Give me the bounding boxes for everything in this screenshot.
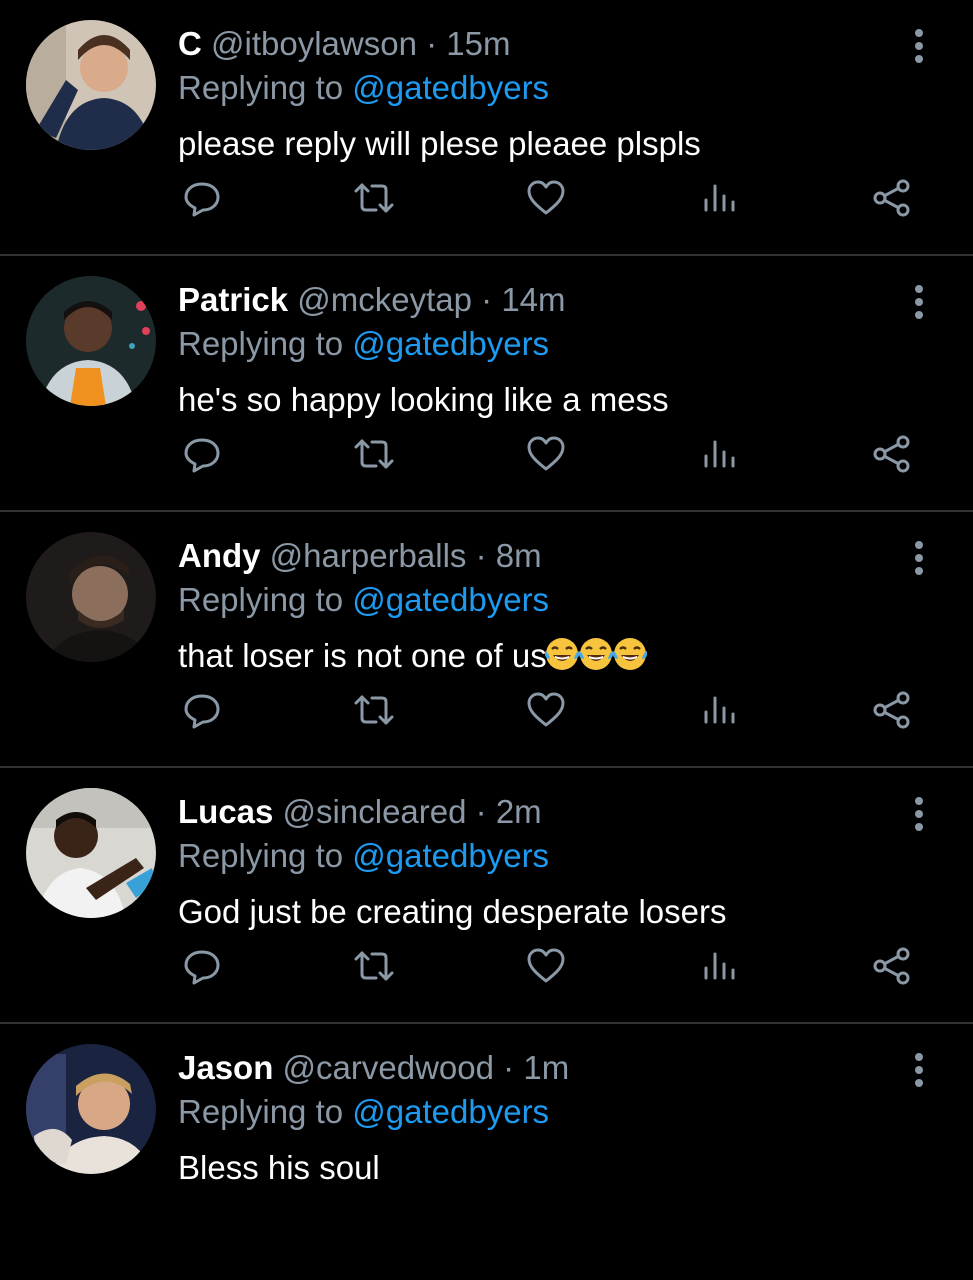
retweet-icon[interactable] bbox=[352, 432, 396, 476]
tweet-item[interactable]: Jason @carvedwood · 1m Replying to @gate… bbox=[0, 1024, 973, 1280]
mention-link[interactable]: @gatedbyers bbox=[352, 69, 549, 106]
replying-to-line: Replying to @gatedbyers bbox=[178, 1092, 549, 1132]
like-icon[interactable] bbox=[524, 176, 568, 220]
tweet-text: Bless his soul bbox=[178, 1149, 380, 1186]
more-icon[interactable] bbox=[904, 538, 934, 578]
like-icon[interactable] bbox=[524, 944, 568, 988]
user-handle[interactable]: @sincleared bbox=[283, 793, 467, 830]
replying-to-label: Replying to bbox=[178, 1093, 344, 1130]
avatar[interactable] bbox=[26, 788, 156, 918]
reply-icon[interactable] bbox=[180, 688, 224, 732]
share-icon[interactable] bbox=[870, 176, 914, 220]
more-icon[interactable] bbox=[904, 1050, 934, 1090]
mention-link[interactable]: @gatedbyers bbox=[352, 837, 549, 874]
tweet-text: that loser is not one of us bbox=[178, 634, 649, 678]
tweet-text: he's so happy looking like a mess bbox=[178, 381, 669, 418]
analytics-icon[interactable] bbox=[698, 688, 742, 732]
replying-to-line: Replying to @gatedbyers bbox=[178, 324, 549, 364]
avatar[interactable] bbox=[26, 1044, 156, 1174]
tears-of-joy-emoji-icon bbox=[611, 635, 649, 673]
display-name[interactable]: C bbox=[178, 25, 202, 62]
display-name[interactable]: Andy bbox=[178, 537, 261, 574]
replying-to-label: Replying to bbox=[178, 837, 344, 874]
more-icon[interactable] bbox=[904, 282, 934, 322]
separator-dot: · bbox=[475, 793, 487, 830]
display-name[interactable]: Jason bbox=[178, 1049, 273, 1086]
replying-to-label: Replying to bbox=[178, 69, 344, 106]
tweet-text: God just be creating desperate losers bbox=[178, 893, 727, 930]
display-name[interactable]: Lucas bbox=[178, 793, 273, 830]
timestamp[interactable]: 14m bbox=[501, 281, 565, 318]
user-handle[interactable]: @itboylawson bbox=[211, 25, 417, 62]
action-bar bbox=[0, 432, 973, 476]
timestamp[interactable]: 1m bbox=[523, 1049, 569, 1086]
more-icon[interactable] bbox=[904, 794, 934, 834]
timestamp[interactable]: 2m bbox=[496, 793, 542, 830]
tears-of-joy-emoji-icon bbox=[577, 635, 615, 673]
retweet-icon[interactable] bbox=[352, 944, 396, 988]
share-icon[interactable] bbox=[870, 944, 914, 988]
user-handle[interactable]: @mckeytap bbox=[297, 281, 472, 318]
replying-to-line: Replying to @gatedbyers bbox=[178, 580, 549, 620]
tweet-item[interactable]: Andy @harperballs · 8m Replying to @gate… bbox=[0, 512, 973, 768]
replying-to-label: Replying to bbox=[178, 581, 344, 618]
tears-of-joy-emoji-icon bbox=[543, 635, 581, 673]
separator-dot: · bbox=[481, 281, 493, 318]
retweet-icon[interactable] bbox=[352, 688, 396, 732]
replying-to-line: Replying to @gatedbyers bbox=[178, 836, 549, 876]
mention-link[interactable]: @gatedbyers bbox=[352, 1093, 549, 1130]
separator-dot: · bbox=[426, 25, 438, 62]
action-bar bbox=[0, 688, 973, 732]
like-icon[interactable] bbox=[524, 432, 568, 476]
replying-to-line: Replying to @gatedbyers bbox=[178, 68, 549, 108]
tweet-text: please reply will plese pleaee plspls bbox=[178, 125, 701, 162]
tweet-item[interactable]: C @itboylawson · 15m Replying to @gatedb… bbox=[0, 0, 973, 256]
avatar[interactable] bbox=[26, 532, 156, 662]
mention-link[interactable]: @gatedbyers bbox=[352, 581, 549, 618]
action-bar bbox=[0, 944, 973, 988]
tweet-item[interactable]: Lucas @sincleared · 2m Replying to @gate… bbox=[0, 768, 973, 1024]
analytics-icon[interactable] bbox=[698, 176, 742, 220]
retweet-icon[interactable] bbox=[352, 176, 396, 220]
separator-dot: · bbox=[475, 537, 487, 574]
user-handle[interactable]: @carvedwood bbox=[283, 1049, 494, 1086]
action-bar bbox=[0, 176, 973, 220]
separator-dot: · bbox=[503, 1049, 515, 1086]
replying-to-label: Replying to bbox=[178, 325, 344, 362]
avatar[interactable] bbox=[26, 276, 156, 406]
tweet-text-content: that loser is not one of us bbox=[178, 637, 547, 674]
share-icon[interactable] bbox=[870, 432, 914, 476]
share-icon[interactable] bbox=[870, 688, 914, 732]
reply-icon[interactable] bbox=[180, 432, 224, 476]
display-name[interactable]: Patrick bbox=[178, 281, 288, 318]
analytics-icon[interactable] bbox=[698, 432, 742, 476]
user-handle[interactable]: @harperballs bbox=[270, 537, 467, 574]
reply-icon[interactable] bbox=[180, 176, 224, 220]
mention-link[interactable]: @gatedbyers bbox=[352, 325, 549, 362]
more-icon[interactable] bbox=[904, 26, 934, 66]
analytics-icon[interactable] bbox=[698, 944, 742, 988]
reply-icon[interactable] bbox=[180, 944, 224, 988]
avatar[interactable] bbox=[26, 20, 156, 150]
tweet-item[interactable]: Patrick @mckeytap · 14m Replying to @gat… bbox=[0, 256, 973, 512]
timestamp[interactable]: 15m bbox=[446, 25, 510, 62]
like-icon[interactable] bbox=[524, 688, 568, 732]
timestamp[interactable]: 8m bbox=[496, 537, 542, 574]
